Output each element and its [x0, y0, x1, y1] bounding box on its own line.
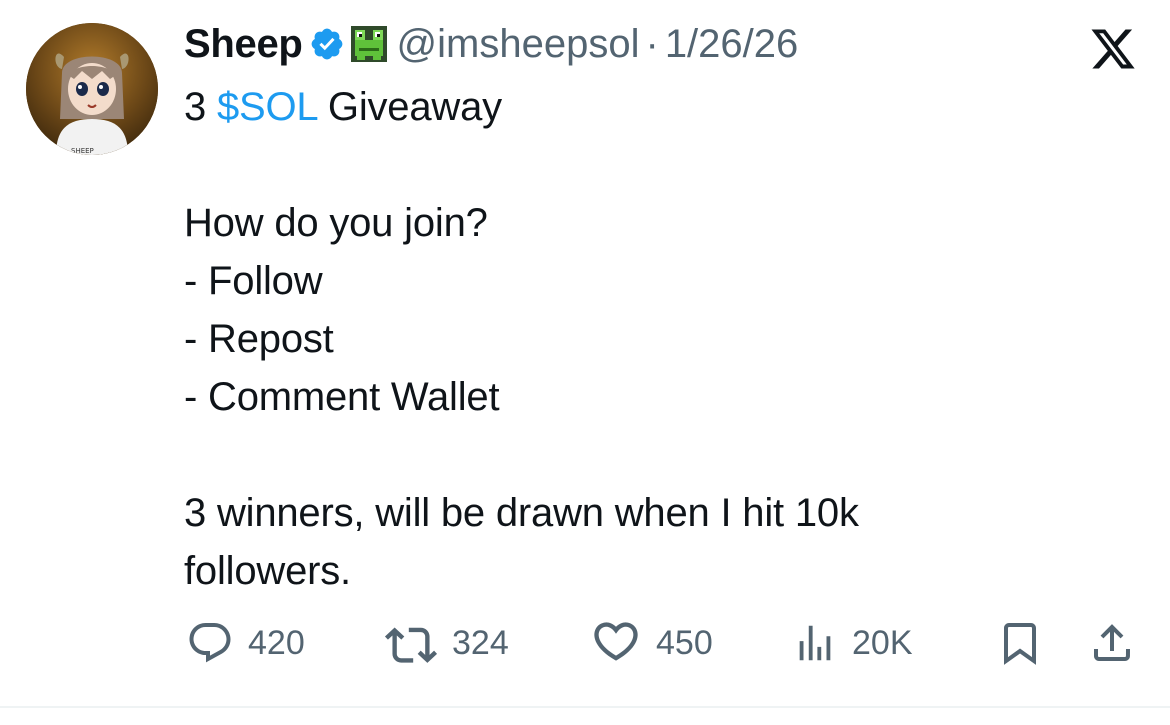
reply-button[interactable]: 420: [186, 615, 305, 671]
heart-icon: [590, 619, 642, 667]
repost-button[interactable]: 324: [384, 615, 509, 671]
views-count: 20K: [852, 623, 913, 662]
tweet-line-5: - Comment Wallet: [184, 375, 500, 419]
tweet-date[interactable]: 1/26/26: [665, 22, 798, 67]
tweet-line-6: 3 winners, will be drawn when I hit 10k: [184, 491, 859, 535]
author-name[interactable]: Sheep: [184, 22, 303, 67]
avatar-image: SHEEP: [26, 23, 158, 155]
views-button[interactable]: 20K: [792, 615, 913, 671]
tweet-text-number: 3: [184, 85, 207, 129]
header-separator: ·: [645, 21, 659, 66]
like-button[interactable]: 450: [590, 615, 713, 671]
tweet-header: Sheep @imsheepsol · 1/26/26: [184, 18, 798, 70]
tweet-line-2: How do you join?: [184, 201, 488, 245]
author-handle[interactable]: @imsheepsol: [397, 22, 640, 67]
tweet-line-7: followers.: [184, 549, 351, 593]
repost-icon: [384, 619, 438, 667]
reply-count: 420: [248, 623, 305, 662]
share-button[interactable]: [1088, 615, 1136, 671]
tweet-line-4: - Repost: [184, 317, 334, 361]
tweet-line-1: 3 $SOL Giveaway: [184, 78, 1084, 136]
tweet-card: SHEEP Sheep @imsheepsol · 1/26/26 3 $SOL…: [0, 0, 1170, 708]
bookmark-button[interactable]: [996, 615, 1044, 671]
svg-text:SHEEP: SHEEP: [71, 147, 94, 155]
verified-badge-icon: [309, 26, 345, 62]
cashtag-link[interactable]: $SOL: [217, 85, 317, 129]
frog-emoji-icon: [350, 26, 387, 62]
like-count: 450: [656, 623, 713, 662]
x-logo-icon[interactable]: [1088, 27, 1138, 71]
share-icon: [1088, 619, 1136, 667]
tweet-line-3: - Follow: [184, 259, 323, 303]
tweet-text: 3 $SOL Giveaway How do you join? - Follo…: [184, 78, 1084, 600]
tweet-text-giveaway: Giveaway: [327, 85, 502, 129]
bookmark-icon: [996, 619, 1044, 667]
divider: [0, 706, 1170, 708]
tweet-actions-bar: 420 324 450 20K: [0, 615, 1170, 671]
views-icon: [792, 619, 838, 667]
reply-icon: [186, 619, 234, 667]
repost-count: 324: [452, 623, 509, 662]
avatar[interactable]: SHEEP: [26, 23, 158, 155]
